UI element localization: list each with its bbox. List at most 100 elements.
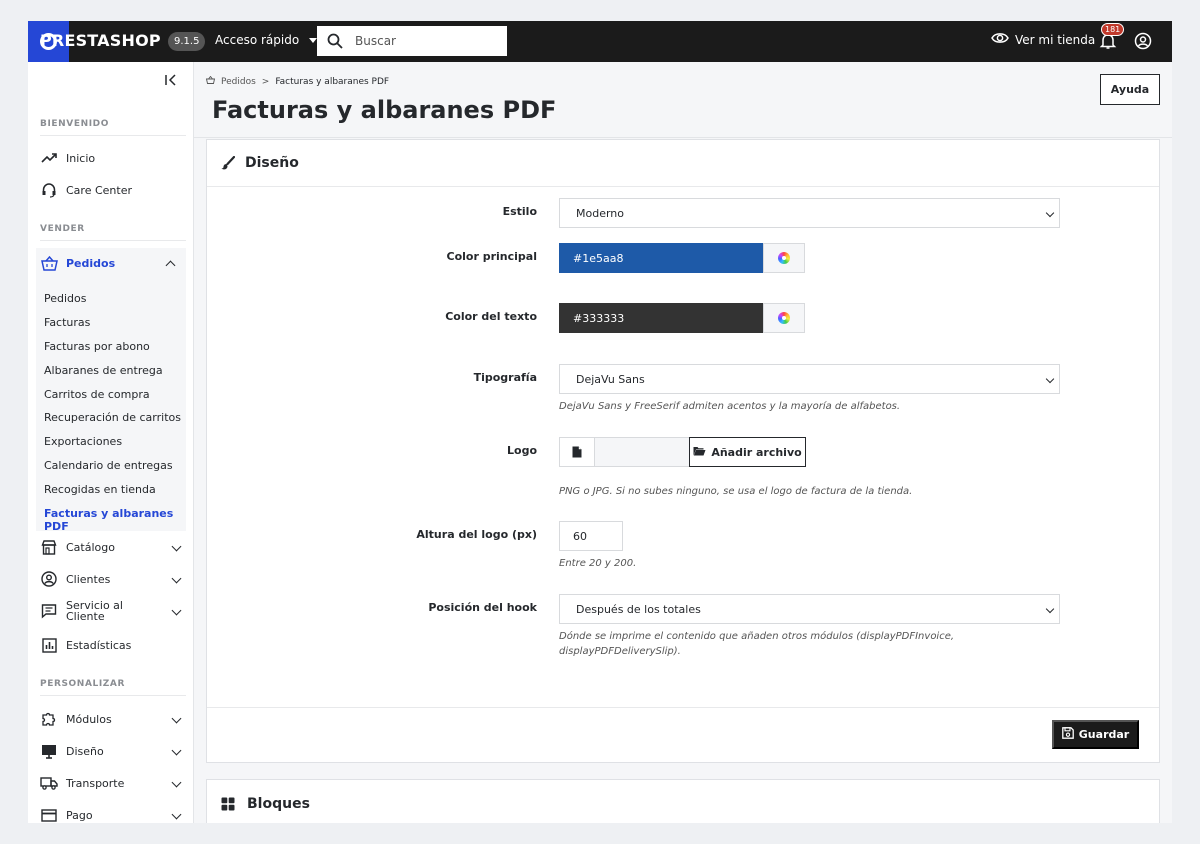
add-file-button[interactable]: Añadir archivo <box>689 437 806 467</box>
save-button[interactable]: Guardar <box>1052 720 1139 749</box>
breadcrumb-parent[interactable]: Pedidos <box>221 77 256 87</box>
sidebar-item-label: Pedidos <box>66 256 116 270</box>
trending-up-icon <box>40 149 58 167</box>
quick-access-label: Acceso rápido <box>215 33 300 47</box>
logo[interactable]: PRESTASHOP <box>40 31 161 50</box>
sidebar-item-customer-service[interactable]: Servicio al Cliente <box>40 597 188 625</box>
sidebar-item-label: Módulos <box>66 712 112 726</box>
folder-open-icon <box>693 446 706 459</box>
style-select[interactable]: Moderno <box>559 198 1060 228</box>
sidebar-item-stats[interactable]: Estadísticas <box>40 636 188 654</box>
main-color-picker-button[interactable] <box>763 243 805 273</box>
header-divider <box>194 137 1172 138</box>
sidebar-subitem-carts[interactable]: Carritos de compra <box>44 388 150 401</box>
sidebar-subitem-delivery-slips[interactable]: Albaranes de entrega <box>44 364 163 377</box>
sidebar-subitem-invoices[interactable]: Facturas <box>44 316 90 329</box>
typography-help: DejaVu Sans y FreeSerif admiten acentos … <box>559 401 901 412</box>
chevron-down-icon <box>171 745 182 756</box>
divider <box>40 240 186 241</box>
sidebar-subitem-exports[interactable]: Exportaciones <box>44 435 122 448</box>
card-icon <box>40 806 58 823</box>
monitor-icon <box>40 742 58 760</box>
breadcrumb: Pedidos > Facturas y albaranes PDF <box>205 75 389 87</box>
chevron-down-icon <box>171 777 182 788</box>
text-color-input[interactable]: #333333 <box>559 303 763 333</box>
section-title-sell: VENDER <box>40 224 85 234</box>
notifications-badge: 181 <box>1101 23 1125 36</box>
view-store-link[interactable]: Ver mi tienda <box>991 32 1095 47</box>
sidebar-item-customers[interactable]: Clientes <box>40 570 188 588</box>
add-file-label: Añadir archivo <box>711 445 802 459</box>
logo-height-label: Altura del logo (px) <box>416 528 537 541</box>
blocks-card-header: Bloques <box>221 796 310 812</box>
truck-icon <box>40 774 58 792</box>
sidebar-item-label: Clientes <box>66 572 111 586</box>
logo-height-help: Entre 20 y 200. <box>559 558 637 569</box>
chat-icon <box>40 602 58 620</box>
chevron-down-icon <box>171 541 182 552</box>
help-button[interactable]: Ayuda <box>1100 74 1160 105</box>
sidebar-item-payment[interactable]: Pago <box>40 806 188 823</box>
sidebar-item-shipping[interactable]: Transporte <box>40 774 188 792</box>
sidebar-item-catalog[interactable]: Catálogo <box>40 538 188 556</box>
sidebar-item-home[interactable]: Inicio <box>40 149 188 167</box>
logo-file-field: Añadir archivo <box>559 437 806 467</box>
chart-icon <box>40 636 58 654</box>
hook-position-select[interactable]: Después de los totales <box>559 594 1060 624</box>
sidebar-item-label: Inicio <box>66 151 96 165</box>
chevron-down-icon <box>1045 374 1055 384</box>
section-title-welcome: BIENVENIDO <box>40 119 110 129</box>
sidebar-item-orders[interactable]: Pedidos <box>40 254 186 272</box>
logo-height-input[interactable]: 60 <box>559 521 623 551</box>
search-icon <box>327 33 343 49</box>
logo-height-field[interactable]: 60 <box>559 521 623 551</box>
grid-icon <box>221 797 235 811</box>
logo-file-name[interactable] <box>595 437 689 467</box>
store-icon <box>40 538 58 556</box>
typography-value: DejaVu Sans <box>576 372 645 386</box>
version-badge: 9.1.5 <box>168 32 206 51</box>
sidebar-subitem-credit-slips[interactable]: Facturas por abono <box>44 340 150 353</box>
search-box[interactable] <box>317 26 507 56</box>
design-card-title: Diseño <box>245 155 299 171</box>
sidebar: BIENVENIDO Inicio Care Center VENDER Ped… <box>28 62 194 823</box>
chevron-down-icon <box>171 809 182 820</box>
chevron-down-icon <box>1045 208 1055 218</box>
sidebar-subitem-delivery-calendar[interactable]: Calendario de entregas <box>44 459 173 472</box>
sidebar-subitem-orders[interactable]: Pedidos <box>44 292 87 305</box>
chevron-up-icon <box>165 260 176 271</box>
divider <box>40 695 186 696</box>
basket-icon <box>205 75 216 87</box>
search-input[interactable] <box>355 34 495 48</box>
style-value: Moderno <box>576 206 625 220</box>
text-color-picker-button[interactable] <box>763 303 805 333</box>
design-card: Diseño Estilo Moderno Color principal #1… <box>206 139 1160 763</box>
sidebar-item-design[interactable]: Diseño <box>40 742 188 760</box>
typography-select[interactable]: DejaVu Sans <box>559 364 1060 394</box>
basket-icon <box>40 254 58 272</box>
style-label: Estilo <box>502 205 537 218</box>
app-frame: PRESTASHOP 9.1.5 Acceso rápido Ver mi ti… <box>28 21 1172 823</box>
puzzle-icon <box>40 710 58 728</box>
sidebar-item-label: Catálogo <box>66 540 115 554</box>
sidebar-subitem-cart-recovery[interactable]: Recuperación de carritos <box>44 411 181 424</box>
quick-access-menu[interactable]: Acceso rápido <box>215 33 318 47</box>
text-color-field: #333333 <box>559 303 805 333</box>
blocks-card: Bloques <box>206 779 1160 823</box>
chevron-down-icon <box>1045 604 1055 614</box>
color-wheel-icon <box>778 312 790 324</box>
main-color-label: Color principal <box>446 250 537 263</box>
logo-label: Logo <box>507 444 537 457</box>
section-title-customize: PERSONALIZAR <box>40 679 126 689</box>
account-icon[interactable] <box>1134 32 1152 50</box>
sidebar-item-modules[interactable]: Módulos <box>40 710 188 728</box>
file-icon <box>559 437 595 467</box>
chevron-down-icon <box>171 573 182 584</box>
hook-position-value: Después de los totales <box>576 602 701 616</box>
sidebar-subitem-pdf-invoices[interactable]: Facturas y albaranes PDF <box>44 507 193 533</box>
main-color-input[interactable]: #1e5aa8 <box>559 243 763 273</box>
sidebar-item-care-center[interactable]: Care Center <box>40 181 188 199</box>
sidebar-subitem-store-pickups[interactable]: Recogidas en tienda <box>44 483 156 496</box>
collapse-sidebar-icon[interactable] <box>164 72 178 86</box>
hook-position-label: Posición del hook <box>428 601 537 614</box>
